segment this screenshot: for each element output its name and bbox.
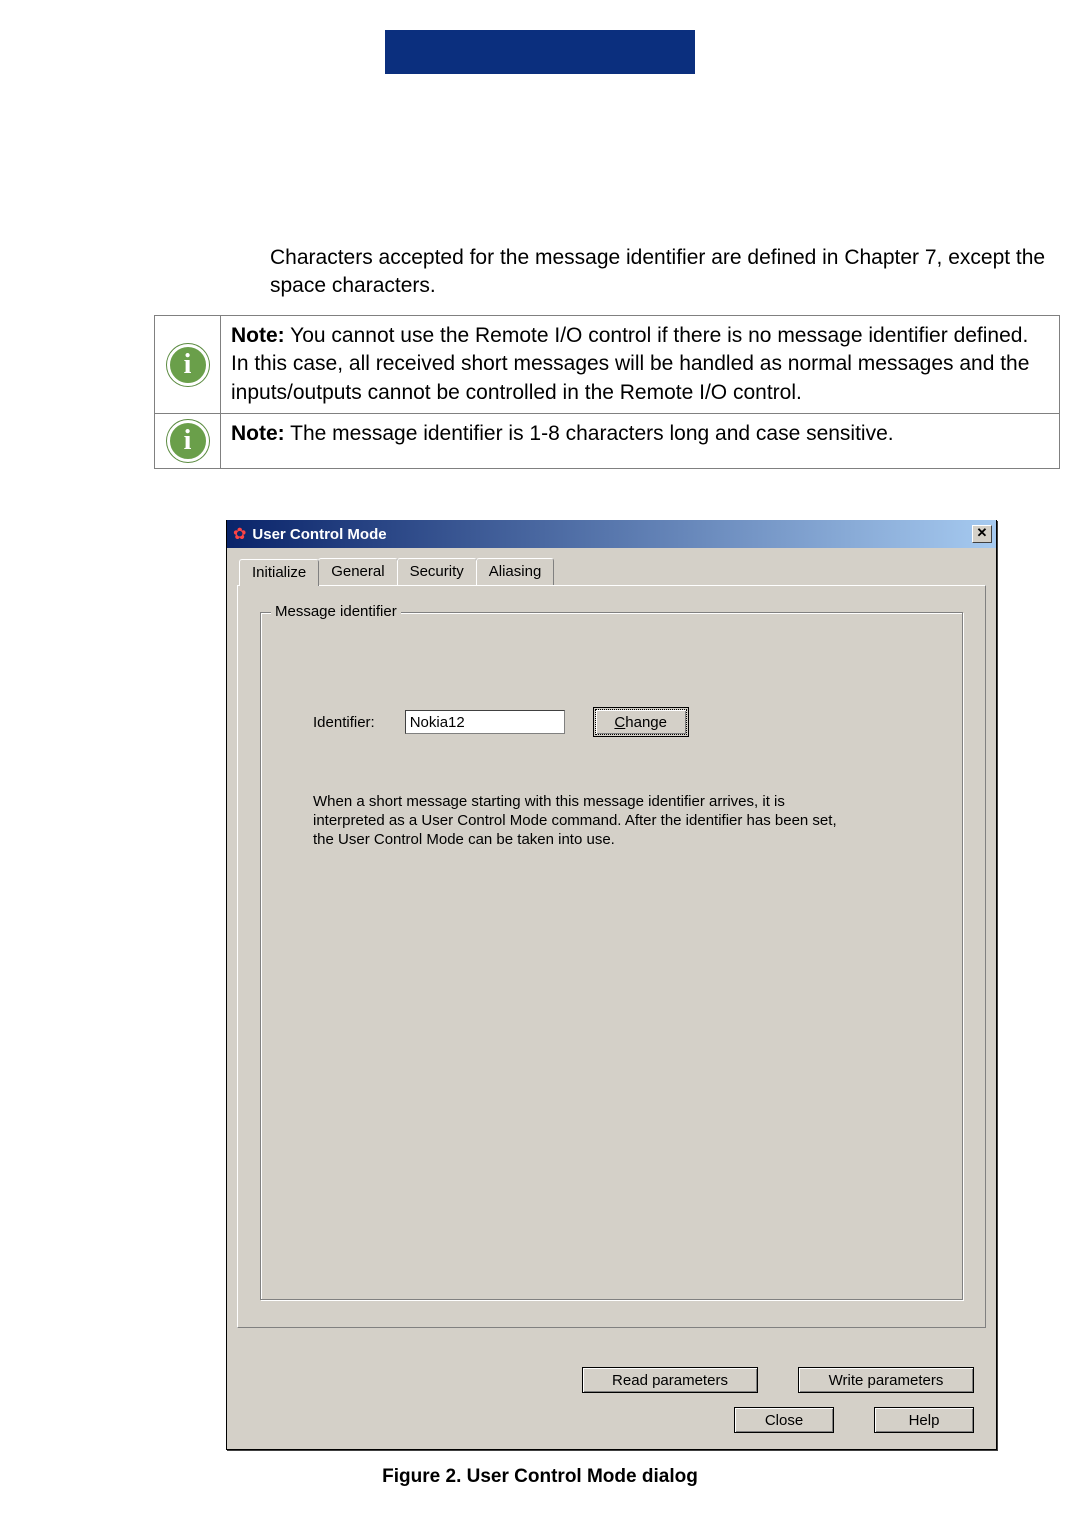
note-text: The message identifier is 1-8 characters… — [290, 422, 893, 445]
bottom-row-params: Read parameters Write parameters — [582, 1367, 974, 1393]
change-button-ul: C — [614, 714, 625, 731]
note-text-cell: Note: You cannot use the Remote I/O cont… — [221, 316, 1060, 414]
identifier-label: Identifier: — [313, 714, 375, 731]
close-button[interactable]: Close — [734, 1407, 834, 1433]
identifier-row: Identifier: Change — [313, 709, 934, 735]
tab-strip: Initialize General Security Aliasing — [239, 558, 986, 585]
change-button[interactable]: Change — [595, 709, 687, 735]
figure-caption: Figure 2. User Control Mode dialog — [0, 1466, 1080, 1488]
titlebar[interactable]: ✿ User Control Mode ✕ — [227, 520, 996, 548]
identifier-input[interactable] — [405, 710, 565, 734]
groupbox-title: Message identifier — [271, 603, 401, 620]
message-identifier-group: Message identifier Identifier: Change Wh… — [260, 612, 963, 1300]
header-bar — [385, 30, 695, 74]
note-icon-cell: i — [155, 316, 221, 414]
help-button[interactable]: Help — [874, 1407, 974, 1433]
tab-general[interactable]: General — [318, 558, 397, 585]
tab-initialize[interactable]: Initialize — [239, 559, 319, 586]
note-icon-cell: i — [155, 414, 221, 469]
change-button-rest: hange — [625, 714, 667, 731]
note-label: Note: — [231, 324, 285, 347]
note-label: Note: — [231, 422, 285, 445]
notes-table: i Note: You cannot use the Remote I/O co… — [154, 315, 1060, 469]
note-text-cell: Note: The message identifier is 1-8 char… — [221, 414, 1060, 469]
app-icon: ✿ — [233, 524, 246, 544]
note-row: i Note: You cannot use the Remote I/O co… — [155, 316, 1060, 414]
info-icon: i — [167, 344, 209, 386]
note-text: You cannot use the Remote I/O control if… — [231, 324, 1029, 404]
write-parameters-button[interactable]: Write parameters — [798, 1367, 974, 1393]
read-parameters-button[interactable]: Read parameters — [582, 1367, 758, 1393]
tab-security[interactable]: Security — [397, 558, 477, 585]
tab-aliasing[interactable]: Aliasing — [476, 558, 555, 585]
close-icon[interactable]: ✕ — [972, 525, 992, 543]
dialog-body: Initialize General Security Aliasing Mes… — [227, 548, 996, 1449]
info-icon: i — [167, 420, 209, 462]
note-row: i Note: The message identifier is 1-8 ch… — [155, 414, 1060, 469]
user-control-mode-dialog: ✿ User Control Mode ✕ Initialize General… — [226, 520, 997, 1450]
identifier-description: When a short message starting with this … — [313, 793, 853, 849]
intro-paragraph: Characters accepted for the message iden… — [270, 244, 1060, 301]
tab-panel-initialize: Message identifier Identifier: Change Wh… — [237, 585, 986, 1328]
bottom-row-close: Close Help — [734, 1407, 974, 1433]
dialog-title: User Control Mode — [252, 526, 386, 543]
